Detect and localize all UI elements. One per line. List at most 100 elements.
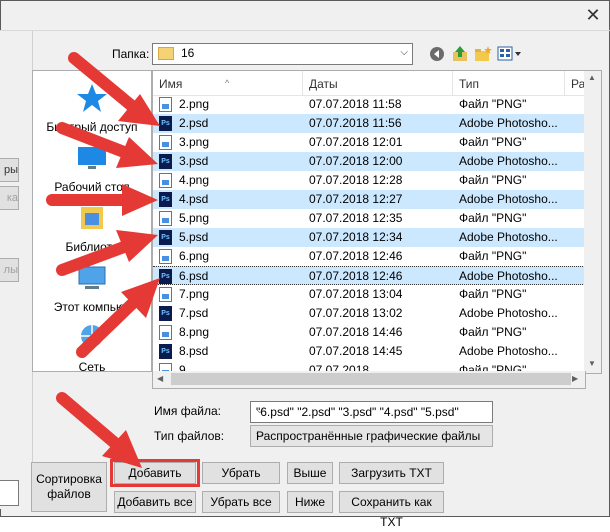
file-name: 2.png	[179, 97, 210, 111]
down-button[interactable]: Ниже	[287, 491, 333, 513]
place-network[interactable]: Сеть	[33, 321, 151, 374]
places-bar: Быстрый доступ Рабочий стол Библиоте Это…	[32, 70, 152, 374]
network-icon	[81, 325, 103, 347]
highlight-frame	[110, 459, 200, 487]
psd-file-icon: Ps	[159, 344, 172, 359]
column-type[interactable]: Тип	[453, 71, 565, 95]
file-row[interactable]: Ps 6.psd 07.07.2018 12:46 Adobe Photosho...	[153, 266, 585, 285]
chevron-down-icon[interactable]: ⌵	[256, 429, 488, 440]
horizontal-scrollbar[interactable]: ◀ ▶	[152, 371, 586, 389]
column-date[interactable]: Даты	[303, 71, 453, 95]
folder-label: Папка:	[112, 47, 150, 61]
close-icon[interactable]: ✕	[582, 4, 604, 26]
file-date: 07.07.2018 12:46	[309, 269, 403, 283]
psd-file-icon: Ps	[159, 269, 172, 284]
png-file-icon	[159, 211, 172, 226]
png-file-icon	[159, 249, 172, 264]
folder-icon	[158, 47, 174, 60]
file-row[interactable]: 2.png 07.07.2018 11:58 Файл "PNG"	[153, 95, 585, 114]
up-folder-icon[interactable]	[451, 45, 469, 63]
new-folder-icon[interactable]	[474, 45, 492, 63]
file-date: 07.07.2018 11:58	[309, 97, 402, 111]
left-stub-button-disabled: ка	[0, 186, 19, 210]
file-type: Файл "PNG"	[459, 249, 527, 263]
place-quick-access[interactable]: Быстрый доступ	[33, 81, 151, 134]
file-type: Adobe Photosho...	[459, 116, 558, 130]
file-row[interactable]: Ps 3.psd 07.07.2018 12:00 Adobe Photosho...	[153, 152, 585, 171]
scroll-up-icon[interactable]: ▲	[588, 73, 596, 82]
file-type: Adobe Photosho...	[459, 230, 558, 244]
place-desktop[interactable]: Рабочий стол	[33, 141, 151, 194]
file-name: 4.psd	[179, 192, 209, 206]
png-file-icon	[159, 173, 172, 188]
place-libraries[interactable]: Библиоте	[33, 201, 151, 254]
file-name: 8.png	[179, 325, 210, 339]
file-list-header: Имя ^ Даты Тип Ра	[153, 71, 585, 96]
scroll-down-icon[interactable]: ▼	[588, 359, 596, 368]
file-date: 07.07.2018 13:02	[309, 306, 403, 320]
file-row[interactable]: Ps 8.psd 07.07.2018 14:45 Adobe Photosho...	[153, 342, 585, 361]
file-name: 2.psd	[179, 116, 209, 130]
left-stub-button[interactable]: ры	[0, 158, 19, 182]
filetype-label: Тип файлов:	[154, 429, 225, 443]
back-icon[interactable]	[428, 45, 446, 63]
up-button[interactable]: Выше	[287, 462, 333, 484]
file-row[interactable]: 6.png 07.07.2018 12:46 Файл "PNG"	[153, 247, 585, 266]
column-name[interactable]: Имя ^	[153, 71, 303, 95]
file-row[interactable]: Ps 7.psd 07.07.2018 13:02 Adobe Photosho...	[153, 304, 585, 323]
left-stub-button-disabled-2: лы	[0, 258, 19, 282]
chevron-down-icon[interactable]: ⌵	[256, 405, 488, 416]
png-file-icon	[159, 135, 172, 150]
psd-file-icon: Ps	[159, 230, 172, 245]
vertical-scrollbar[interactable]: ▲ ▼	[584, 70, 602, 374]
scroll-thumb[interactable]	[171, 373, 571, 385]
file-name: 3.psd	[179, 154, 209, 168]
file-row[interactable]: Ps 5.psd 07.07.2018 12:34 Adobe Photosho...	[153, 228, 585, 247]
sort-files-button[interactable]: Сортировка файлов	[31, 462, 107, 512]
chevron-down-icon: ⌵	[400, 47, 408, 58]
place-this-pc[interactable]: Этот компьют	[33, 261, 151, 314]
file-name: 3.png	[179, 135, 210, 149]
file-name: 7.psd	[179, 306, 209, 320]
star-icon	[77, 84, 107, 112]
file-date: 07.07.2018 12:27	[309, 192, 403, 206]
folder-combo[interactable]: 16 ⌵	[152, 43, 413, 65]
file-row[interactable]: 3.png 07.07.2018 12:01 Файл "PNG"	[153, 133, 585, 152]
file-row[interactable]: 4.png 07.07.2018 12:28 Файл "PNG"	[153, 171, 585, 190]
load-txt-button[interactable]: Загрузить TXT	[339, 462, 444, 484]
file-date: 07.07.2018 12:46	[309, 249, 403, 263]
file-name: 5.psd	[179, 230, 209, 244]
scroll-right-icon[interactable]: ▶	[572, 374, 578, 383]
sort-line1: Сортировка	[36, 472, 102, 486]
view-menu-icon[interactable]	[497, 45, 523, 63]
save-txt-button[interactable]: Сохранить как TXT	[339, 491, 444, 529]
file-type: Файл "PNG"	[459, 97, 527, 111]
psd-file-icon: Ps	[159, 116, 172, 131]
file-row[interactable]: 8.png 07.07.2018 14:46 Файл "PNG"	[153, 323, 585, 342]
file-type: Adobe Photosho...	[459, 154, 558, 168]
place-label: Сеть	[78, 360, 106, 374]
filename-combo[interactable]: "6.psd" "2.psd" "3.psd" "4.psd" "5.psd" …	[250, 401, 493, 423]
remove-button[interactable]: Убрать	[202, 462, 280, 484]
scroll-left-icon[interactable]: ◀	[157, 374, 163, 383]
place-label: Этот компьют	[53, 300, 131, 314]
file-row[interactable]: 7.png 07.07.2018 13:04 Файл "PNG"	[153, 285, 585, 304]
file-name: 7.png	[179, 287, 210, 301]
column-size[interactable]: Ра	[565, 71, 585, 95]
left-stub-input[interactable]	[0, 480, 19, 506]
file-list[interactable]: Имя ^ Даты Тип Ра 2.png 07.07.2018 11:58 Фа…	[152, 70, 586, 373]
remove-all-button[interactable]: Убрать все	[202, 491, 280, 513]
psd-file-icon: Ps	[159, 154, 172, 169]
file-date: 07.07.2018 14:46	[309, 325, 403, 339]
filetype-select[interactable]: Распространённые графические файлы ⌵	[250, 425, 493, 447]
place-label: Библиоте	[65, 240, 119, 254]
file-type: Adobe Photosho...	[459, 306, 558, 320]
add-all-button[interactable]: Добавить все	[114, 491, 196, 513]
file-row[interactable]: Ps 2.psd 07.07.2018 11:56 Adobe Photosho...	[153, 114, 585, 133]
file-row[interactable]: Ps 4.psd 07.07.2018 12:27 Adobe Photosho...	[153, 190, 585, 209]
file-name: 6.png	[179, 249, 210, 263]
png-file-icon	[159, 287, 172, 302]
file-type: Adobe Photosho...	[459, 344, 558, 358]
psd-file-icon: Ps	[159, 306, 172, 321]
file-row[interactable]: 5.png 07.07.2018 12:35 Файл "PNG"	[153, 209, 585, 228]
